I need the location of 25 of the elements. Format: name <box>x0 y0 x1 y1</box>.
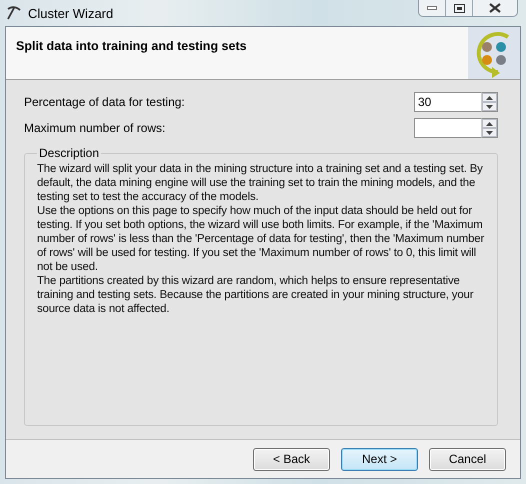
minimize-icon <box>427 6 437 10</box>
wizard-button[interactable]: Next > <box>341 448 418 470</box>
spin-down-button[interactable] <box>482 128 497 137</box>
wizard-button[interactable]: < Back <box>253 448 330 470</box>
number-field[interactable] <box>414 118 481 138</box>
wizard-button[interactable]: Cancel <box>429 448 506 470</box>
group-title: Description <box>38 146 100 160</box>
field-label: Maximum number of rows: <box>24 121 166 135</box>
down-arrow-icon <box>486 104 493 108</box>
pickaxe-icon <box>6 5 22 21</box>
description-text: The wizard will split your data in the mining structure into a training set and a testing set. By default, the data mining engine will use the training set to train the mining models, and the testing set to test the accuracy of the models. <box>37 162 484 204</box>
maximize-icon <box>454 4 464 12</box>
page-heading: Split data into training and testing sets <box>16 39 247 55</box>
window-title: Cluster Wizard <box>28 6 114 20</box>
spin-down-button[interactable] <box>482 102 497 111</box>
description-text: Use the options on this page to specify how much of the input data should be held out for testing. If you set both options, the wizard will use both limits. For example, if the 'Maximum number of rows' is less than the 'Percentage of data for testing', then the 'Maximum number of rows' will be used for testing. If you set the 'Maximum number of rows' to 0, this limit will not be used. <box>37 204 485 274</box>
up-arrow-icon <box>486 96 493 100</box>
close-icon <box>489 3 501 13</box>
up-arrow-icon <box>486 122 493 126</box>
spin-up-button[interactable] <box>482 93 497 102</box>
spin-up-button[interactable] <box>482 119 497 128</box>
description-text: The partitions created by this wizard are random, which helps to ensure representative training and testing sets. Because the partitions are created in your mining structure, your source data is not affected. <box>37 274 474 316</box>
number-field[interactable]: 30 <box>414 92 481 112</box>
field-label: Percentage of data for testing: <box>24 95 185 109</box>
down-arrow-icon <box>486 130 493 134</box>
